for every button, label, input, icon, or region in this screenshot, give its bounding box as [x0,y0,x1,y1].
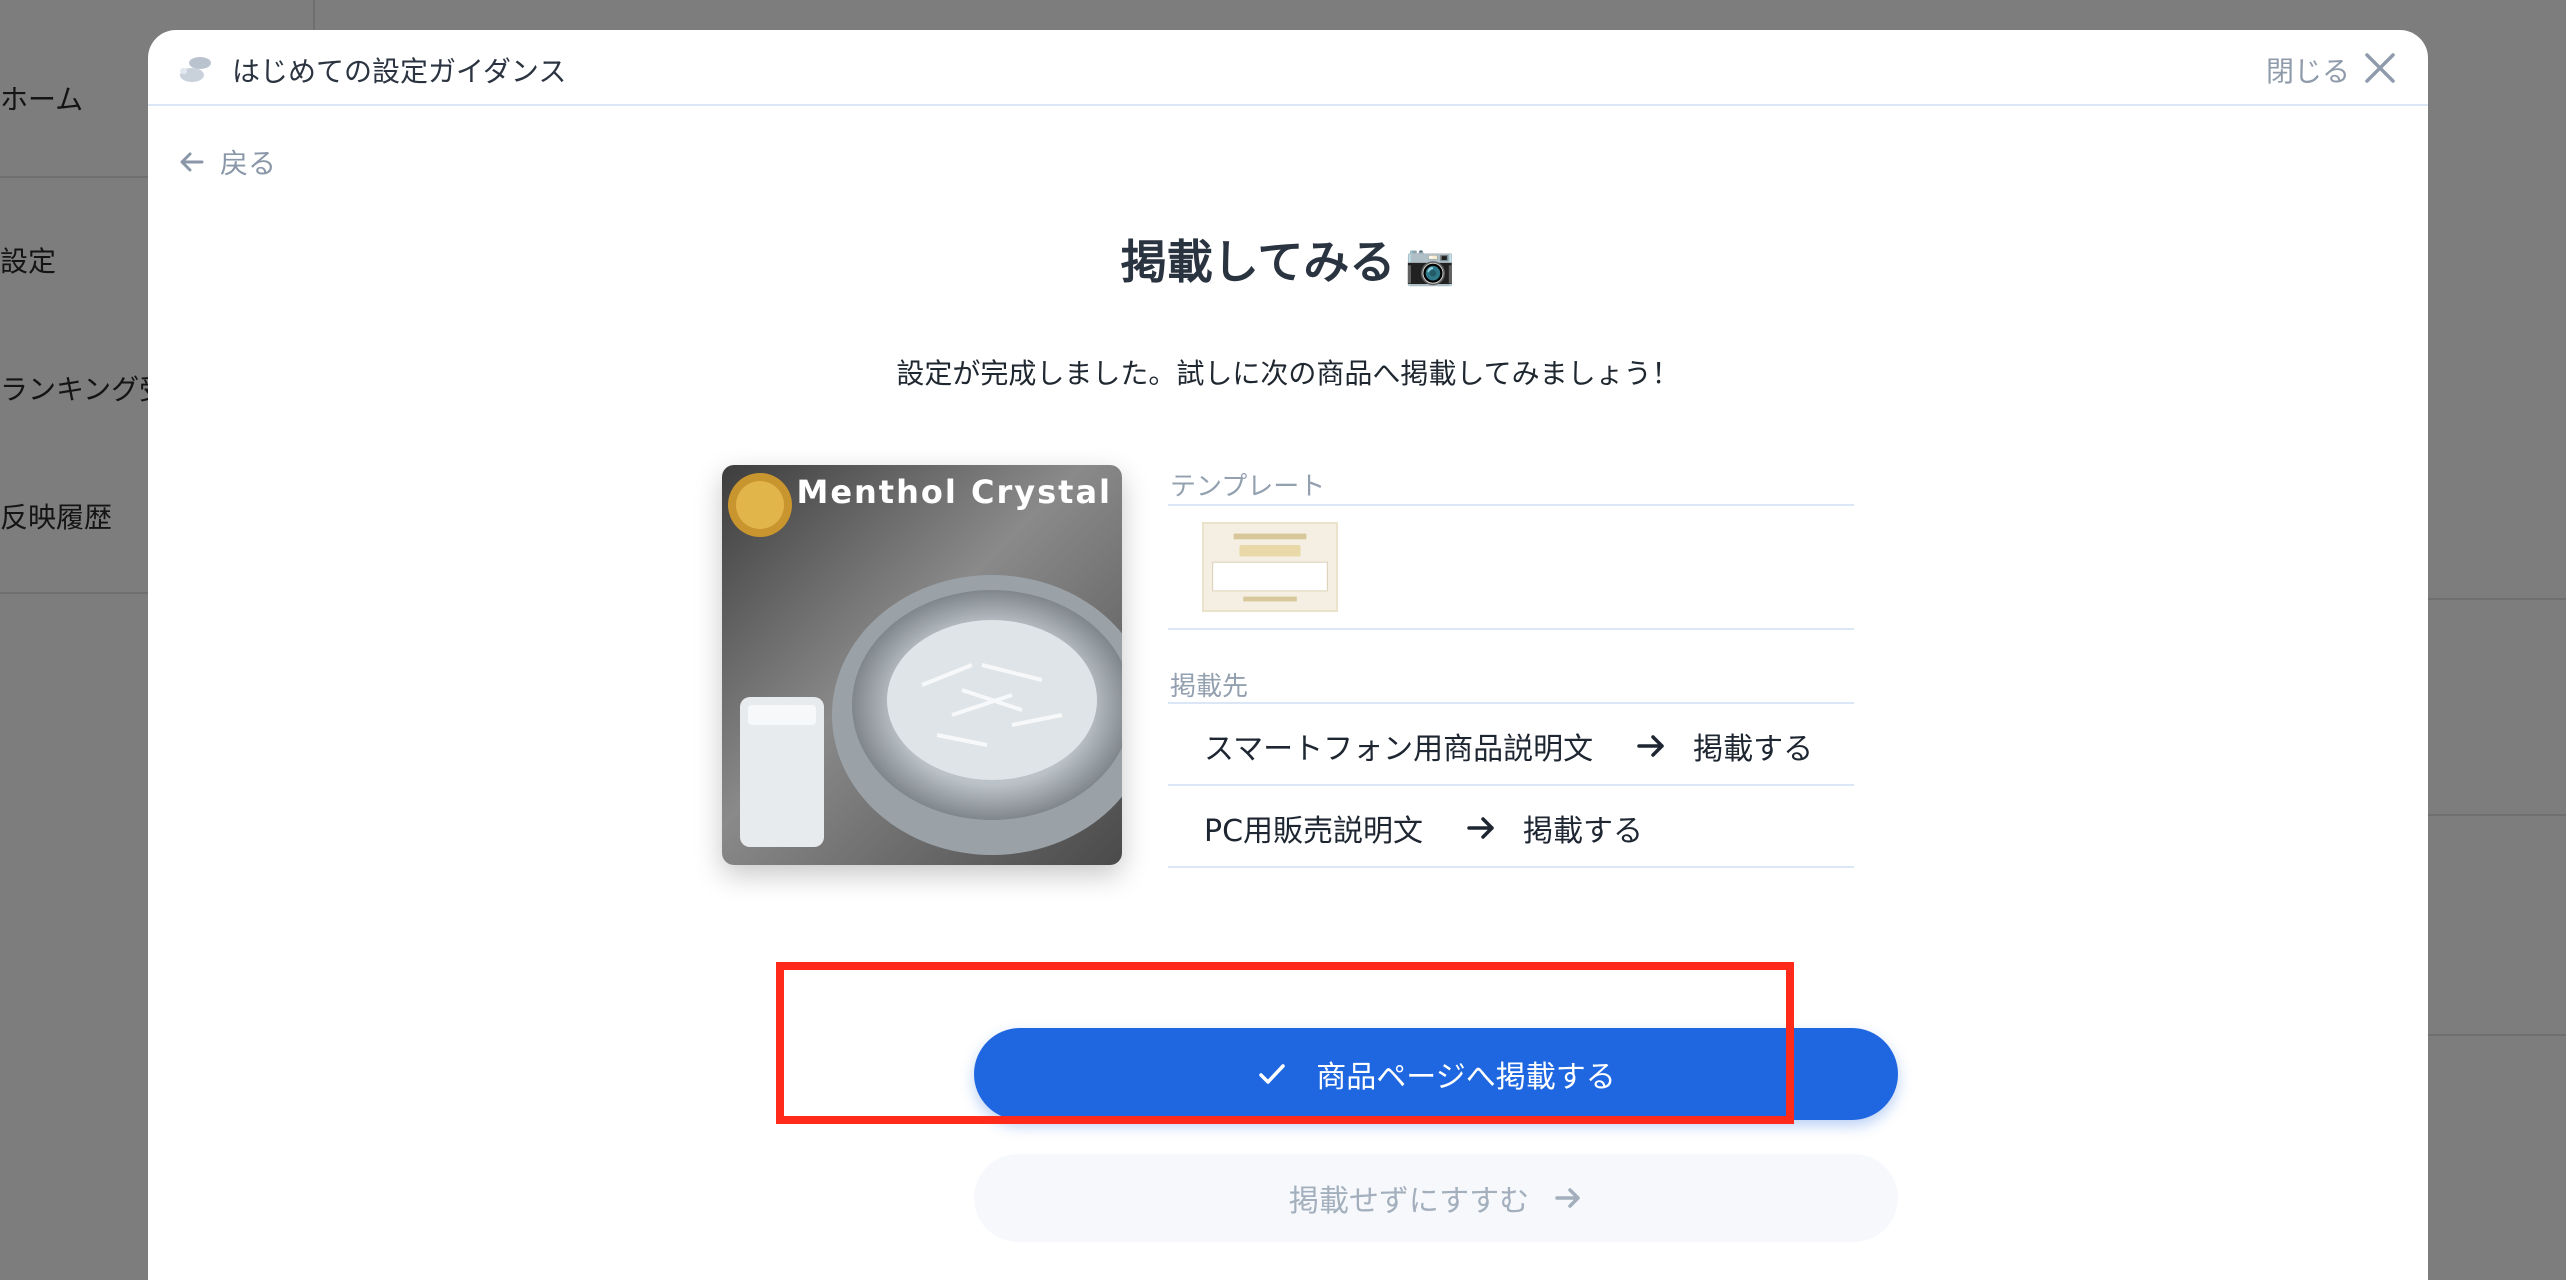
arrow-right-icon [1555,1188,1580,1208]
divider [1168,784,1854,786]
destination-label: 掲載先 [1170,672,1249,702]
template-thumbnail[interactable] [1202,522,1338,612]
divider [1168,866,1854,868]
divider [1168,628,1854,630]
sidebar-item-ranking: ランキング受 [0,373,168,406]
close-icon[interactable] [2362,50,2398,86]
arrow-right-icon [1635,730,1667,762]
product-image: Menthol Crystal [722,465,1122,865]
sidebar-item-home: ホーム [0,83,84,116]
sidebar-item-history: 反映履歴 [0,501,113,534]
close-label[interactable]: 閉じる [2266,50,2350,90]
destination-action: 掲載する [1523,814,1644,849]
divider [1168,702,1854,704]
destination-name: PC用販売説明文 [1204,814,1424,849]
camera-icon: 📷 [1405,242,1456,288]
arrow-right-icon [1465,812,1497,844]
destination-row: PC用販売説明文 掲載する [1204,806,1643,850]
modal-header: はじめての設定ガイダンス 閉じる [148,30,2428,106]
back-button[interactable]: 戻る [178,142,276,182]
background-divider [2420,598,2566,600]
skip-button-label: 掲載せずにすすむ [1288,1184,1530,1219]
destination-row: スマートフォン用商品説明文 掲載する [1204,724,1813,768]
subtitle: 設定が完成しました。試しに次の商品へ掲載してみましょう！ [896,357,1680,390]
highlight-frame [776,962,1794,1124]
back-label: 戻る [220,147,277,180]
background-divider [2420,1034,2566,1036]
divider [1168,504,1854,506]
arrow-left-icon [180,152,204,172]
product-image-text: Menthol Crystal [796,473,1112,511]
heading-text: 掲載してみる [1120,235,1396,289]
logo-icon [180,57,211,82]
destination-action: 掲載する [1693,732,1814,767]
skip-publish-button[interactable]: 掲載せずにすすむ [974,1154,1898,1242]
modal-title: はじめての設定ガイダンス [232,55,567,88]
page-title: 掲載してみる 📷 [148,226,2428,292]
template-label: テンプレート [1170,472,1326,502]
background-divider [2420,814,2566,816]
sidebar-item-settings: 設定 [0,245,57,278]
destination-name: スマートフォン用商品説明文 [1204,732,1594,767]
